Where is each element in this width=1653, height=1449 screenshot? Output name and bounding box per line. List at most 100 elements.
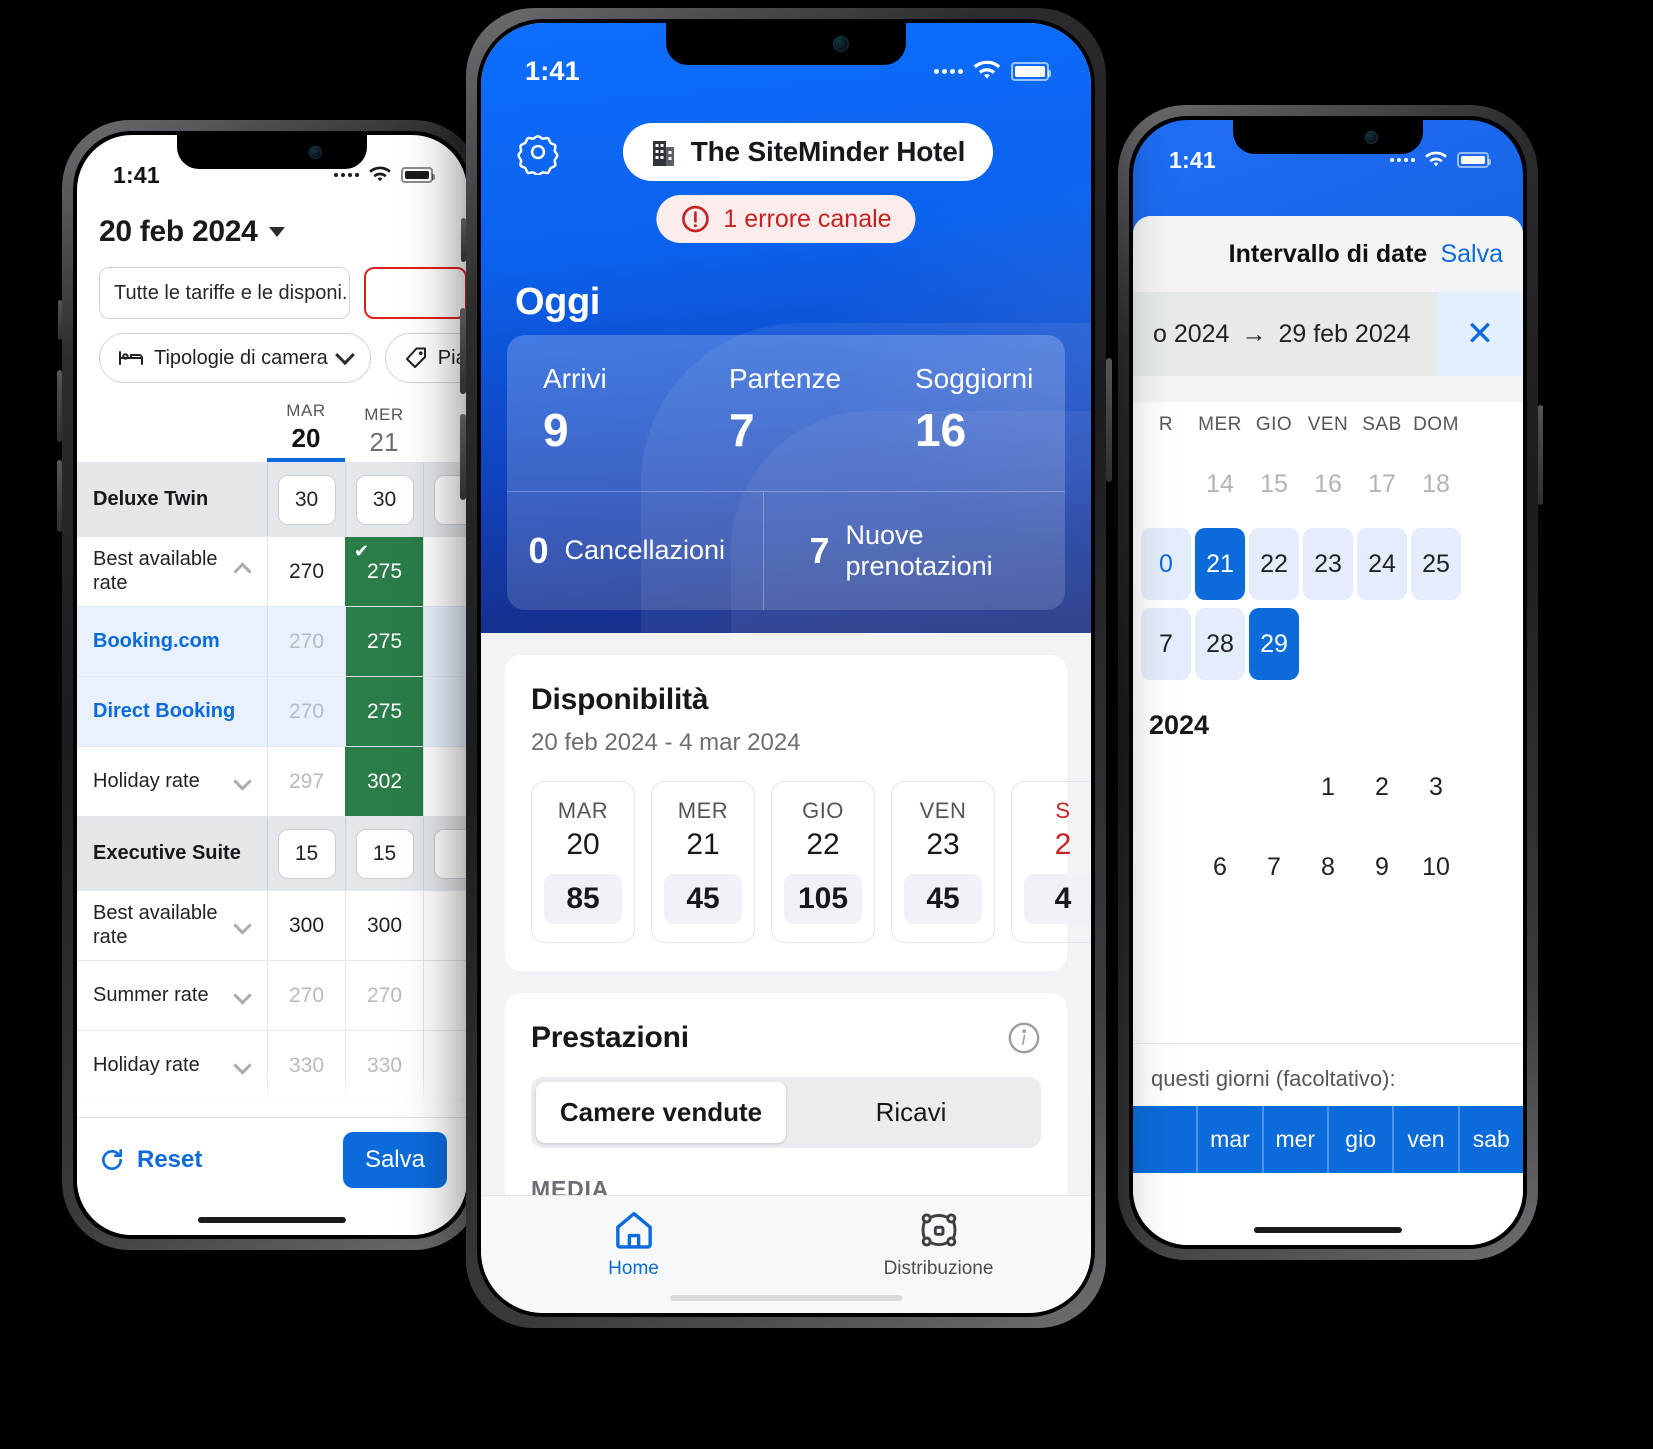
tab-home[interactable]: Home <box>481 1210 786 1280</box>
stat-cancellazioni[interactable]: 0 Cancellazioni <box>507 492 763 610</box>
rates-table[interactable]: MAR 20 MER 21 Deluxe Twin 30 30 Best ava… <box>77 397 467 1117</box>
rate-cell[interactable]: 270 <box>267 537 345 606</box>
chevron-up-icon[interactable] <box>233 562 252 581</box>
filter-chip-rate-plans[interactable]: Piani ta <box>384 333 467 383</box>
dow-filter-buttons[interactable]: mar mer gio ven sab <box>1133 1106 1523 1173</box>
channel-error-badge[interactable]: 1 errore canale <box>656 195 916 243</box>
rate-cell[interactable]: 275 <box>345 677 423 746</box>
save-button[interactable]: Salva <box>1440 240 1503 269</box>
availability-day[interactable]: VEN 23 45 <box>891 781 995 943</box>
table-row[interactable]: Best available rate 270 ✔ 275 <box>77 537 467 607</box>
calendar-day[interactable]: 8 <box>1303 831 1353 903</box>
table-row[interactable]: Holiday rate 297 302 <box>77 747 467 817</box>
calendar-day[interactable]: 7 <box>1141 608 1191 680</box>
rate-cell[interactable]: 270 <box>267 961 345 1030</box>
rate-cell[interactable]: 270 <box>267 677 345 746</box>
column-header-day-1[interactable]: MER 21 <box>345 405 423 462</box>
home-scroll-content[interactable]: Disponibilità 20 feb 2024 - 4 mar 2024 M… <box>481 633 1091 1195</box>
info-icon[interactable] <box>1007 1021 1041 1055</box>
rate-cell[interactable] <box>423 607 467 676</box>
rate-cell[interactable]: 297 <box>267 747 345 816</box>
table-row[interactable]: Booking.com 270 275 <box>77 607 467 677</box>
calendar-day[interactable]: 14 <box>1195 448 1245 520</box>
inventory-input[interactable]: 15 <box>277 828 336 879</box>
inventory-cell[interactable] <box>423 817 467 890</box>
calendar-day[interactable]: 10 <box>1411 831 1461 903</box>
rate-cell[interactable]: 300 <box>345 891 423 960</box>
stat-partenze[interactable]: Partenze 7 <box>693 363 879 457</box>
close-icon[interactable]: ✕ <box>1437 292 1523 376</box>
dow-button-mar[interactable]: mar <box>1196 1106 1261 1173</box>
calendar-day[interactable]: 16 <box>1303 448 1353 520</box>
range-field-row[interactable]: o 2024 → 29 feb 2024 ✕ <box>1133 292 1523 376</box>
date-picker-title[interactable]: 20 feb 2024 <box>77 201 467 257</box>
rate-cell[interactable] <box>423 891 467 960</box>
calendar-day[interactable]: 28 <box>1195 608 1245 680</box>
reset-button[interactable]: Reset <box>99 1146 202 1174</box>
calendar-day[interactable]: 25 <box>1411 528 1461 600</box>
calendar-day[interactable]: 15 <box>1249 448 1299 520</box>
dow-button-mer[interactable]: mer <box>1261 1106 1327 1173</box>
rate-cell[interactable]: 330 <box>345 1031 423 1100</box>
tab-distribuzione[interactable]: Distribuzione <box>786 1210 1091 1280</box>
calendar-day[interactable]: 0 <box>1141 528 1191 600</box>
filter-chip-room-types[interactable]: Tipologie di camera <box>99 333 371 383</box>
performance-segmented-control[interactable]: Camere vendute Ricavi <box>531 1077 1041 1148</box>
rate-cell[interactable]: 275 <box>345 607 423 676</box>
inventory-cell[interactable]: 15 <box>267 817 345 890</box>
gear-icon[interactable] <box>515 129 561 175</box>
table-row[interactable]: Direct Booking 270 275 <box>77 677 467 747</box>
rate-cell[interactable] <box>423 747 467 816</box>
calendar-day[interactable]: 2 <box>1357 751 1407 823</box>
hotel-selector[interactable]: The SiteMinder Hotel <box>622 123 994 181</box>
rate-cell[interactable]: 270 <box>267 607 345 676</box>
calendar-day[interactable]: 6 <box>1195 831 1245 903</box>
rate-cell[interactable] <box>423 1031 467 1100</box>
column-header-day-0[interactable]: MAR 20 <box>267 401 345 462</box>
dow-button-sab[interactable]: sab <box>1457 1106 1523 1173</box>
inventory-input[interactable]: 15 <box>355 828 414 879</box>
tab-camere-vendute[interactable]: Camere vendute <box>536 1082 786 1143</box>
availability-day[interactable]: S 2 4 <box>1011 781 1091 943</box>
range-field[interactable]: o 2024 → 29 feb 2024 <box>1133 292 1437 376</box>
dow-button-gio[interactable]: gio <box>1326 1106 1392 1173</box>
rate-cell[interactable]: ✔ 275 <box>345 537 423 606</box>
availability-day[interactable]: MER 21 45 <box>651 781 755 943</box>
table-row[interactable]: Holiday rate 330 330 <box>77 1031 467 1101</box>
calendar-day[interactable]: 23 <box>1303 528 1353 600</box>
inventory-cell[interactable]: 30 <box>345 463 423 536</box>
table-row[interactable]: Deluxe Twin 30 30 <box>77 463 467 537</box>
stat-arrivi[interactable]: Arrivi 9 <box>507 363 693 457</box>
calendar-day[interactable]: 22 <box>1249 528 1299 600</box>
calendar-day[interactable]: 7 <box>1249 831 1299 903</box>
availability-day[interactable]: GIO 22 105 <box>771 781 875 943</box>
save-button[interactable]: Salva <box>342 1131 447 1188</box>
rates-availability-select[interactable]: Tutte le tariffe e le disponi... <box>99 267 351 319</box>
rate-cell[interactable] <box>423 961 467 1030</box>
table-row[interactable]: Best available rate 300 300 <box>77 891 467 961</box>
calendar-day[interactable]: 3 <box>1411 751 1461 823</box>
calendar-day[interactable]: 17 <box>1357 448 1407 520</box>
inventory-input[interactable]: 30 <box>277 474 336 525</box>
availability-day[interactable]: MAR 20 85 <box>531 781 635 943</box>
inventory-input[interactable]: 30 <box>355 474 414 525</box>
table-row[interactable]: Executive Suite 15 15 <box>77 817 467 891</box>
chevron-down-icon[interactable] <box>233 1056 252 1075</box>
rate-cell[interactable]: 302 <box>345 747 423 816</box>
calendar-day[interactable]: 24 <box>1357 528 1407 600</box>
dow-button-ven[interactable]: ven <box>1392 1106 1457 1173</box>
inventory-cell[interactable]: 30 <box>267 463 345 536</box>
rate-cell[interactable]: 330 <box>267 1031 345 1100</box>
calendar-day[interactable]: 9 <box>1357 831 1407 903</box>
chevron-down-icon[interactable] <box>233 772 252 791</box>
stat-soggiorni[interactable]: Soggiorni 16 <box>879 363 1065 457</box>
chevron-down-icon[interactable] <box>233 916 252 935</box>
calendar-grid[interactable]: 14 15 16 17 18 0 21 22 23 24 25 7 28 29 … <box>1133 444 1523 1043</box>
calendar-day[interactable]: 18 <box>1411 448 1461 520</box>
rate-cell[interactable]: 270 <box>345 961 423 1030</box>
error-field[interactable] <box>364 267 467 319</box>
calendar-day-selected-end[interactable]: 29 <box>1249 608 1299 680</box>
inventory-cell[interactable]: 15 <box>345 817 423 890</box>
chevron-down-icon[interactable] <box>233 986 252 1005</box>
stat-nuove-prenotazioni[interactable]: 7 Nuove prenotazioni <box>762 492 1066 610</box>
